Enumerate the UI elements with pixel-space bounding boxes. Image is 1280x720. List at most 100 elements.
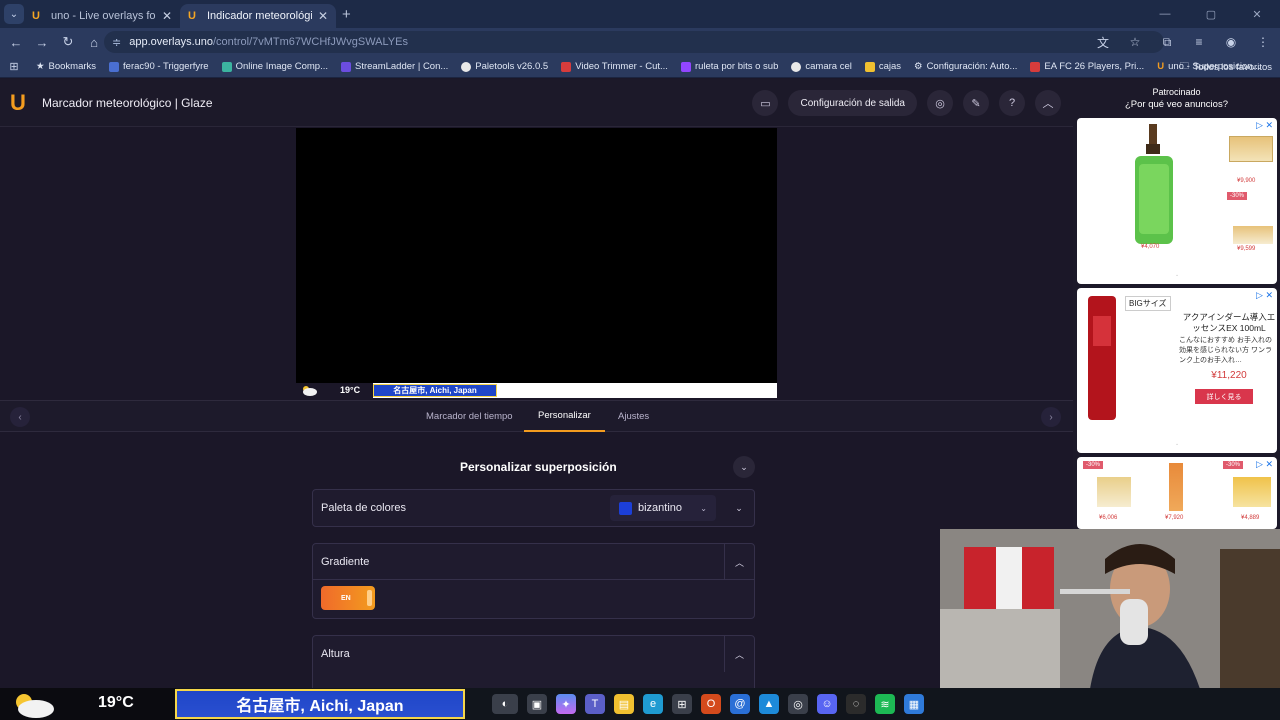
photos-icon[interactable]: ▲ xyxy=(759,694,779,714)
green-bottle-image xyxy=(1135,124,1173,244)
bookmark-item[interactable]: cajas xyxy=(864,61,901,72)
bookmark-item[interactable]: StreamLadder | Con... xyxy=(341,61,448,72)
home-icon[interactable]: ⌂ xyxy=(82,30,106,54)
chevron-up-icon[interactable]: ︿ xyxy=(724,636,754,672)
bookmark-item[interactable]: Video Trimmer - Cut... xyxy=(561,61,668,72)
gradient-header[interactable]: Gradiente ︿ xyxy=(313,544,754,580)
profile-avatar-icon[interactable]: ◉ xyxy=(1220,31,1242,53)
ad-price: ¥9,599 xyxy=(1237,246,1256,252)
back-icon[interactable]: ← xyxy=(4,30,28,54)
palette-row: Paleta de colores bizantino ⌄ ⌄ xyxy=(312,489,755,527)
output-settings-button[interactable]: Configuración de salida xyxy=(788,90,917,116)
why-ads-link[interactable]: ¿Por qué veo anuncios? xyxy=(1073,99,1280,110)
url-field[interactable]: ≑ app.overlays.uno/control/7vMTm67WCHfJW… xyxy=(104,31,1164,53)
apps-grid-icon[interactable]: ⊞ xyxy=(2,55,26,79)
site-info-icon[interactable]: ≑ xyxy=(112,36,121,49)
notepad-icon[interactable]: ▦ xyxy=(904,694,924,714)
bookmark-favicon-icon xyxy=(561,61,572,72)
obs-icon[interactable]: ◌ xyxy=(846,694,866,714)
chevron-right-icon[interactable]: › xyxy=(1041,407,1061,427)
bookmark-item[interactable]: Online Image Comp... xyxy=(221,61,328,72)
toggle-knob xyxy=(367,590,372,606)
discord-icon[interactable]: ☺ xyxy=(817,694,837,714)
bookmark-favicon-icon xyxy=(341,61,351,72)
copilot-app-icon[interactable]: ✦ xyxy=(556,694,576,714)
wrench-icon[interactable]: ✎ xyxy=(963,90,989,116)
chevron-down-icon[interactable]: ⌄ xyxy=(724,490,754,526)
chrome-icon[interactable]: ◎ xyxy=(788,694,808,714)
spotify-icon[interactable]: ≋ xyxy=(875,694,895,714)
close-tab-icon[interactable]: ✕ xyxy=(162,9,172,23)
chevron-up-icon[interactable]: ︿ xyxy=(724,544,754,580)
bookmark-label: ferac90 - Triggerfyre xyxy=(123,61,209,72)
copilot-icon[interactable]: ◐ xyxy=(492,694,518,714)
gear-icon: ⚙ xyxy=(914,61,923,72)
gradient-section: Gradiente ︿ EN xyxy=(312,543,755,619)
bookmark-item[interactable]: EA FC 26 Players, Pri... xyxy=(1030,61,1144,72)
bookmark-item[interactable]: ruleta por bits o sub xyxy=(680,61,778,72)
minimize-icon[interactable]: — xyxy=(1142,8,1188,20)
browser-tab-glaze[interactable]: U Indicador meteorológico | Glaz ✕ xyxy=(180,4,336,28)
ad-choices-icon[interactable]: ▷ ✕ xyxy=(1256,459,1273,470)
bookmark-item[interactable]: ★ Bookmarks xyxy=(36,61,96,72)
ad-choices-icon[interactable]: ▷ ✕ xyxy=(1256,290,1273,301)
bookmark-label: EA FC 26 Players, Pri... xyxy=(1044,61,1145,72)
reload-icon[interactable]: ↻ xyxy=(56,30,80,54)
ad-price: ¥4,070 xyxy=(1141,244,1160,250)
taskbar-weather-widget[interactable]: 19°C xyxy=(0,688,176,720)
file-explorer-icon[interactable]: ▤ xyxy=(614,694,634,714)
monitor-icon[interactable]: ▭ xyxy=(752,90,779,116)
taskbar: 19°C 名古屋市, Aichi, Japan ◐ ▣ ✦ T ▤ e ⊞ O … xyxy=(0,688,1280,720)
gradient-toggle[interactable]: EN xyxy=(321,586,375,610)
extensions-icon[interactable]: ⧉ xyxy=(1156,31,1178,53)
learn-more-button[interactable]: 詳しく見る xyxy=(1195,389,1253,404)
teams-icon[interactable]: T xyxy=(585,694,605,714)
tab-customize[interactable]: Personalizar xyxy=(524,401,605,432)
palette-select[interactable]: bizantino ⌄ xyxy=(610,495,716,521)
bookmark-item[interactable]: camara cel xyxy=(791,61,852,72)
chevron-down-icon[interactable]: ⌄ xyxy=(733,456,755,478)
bookmark-item[interactable]: ⚙ Configuración: Auto... xyxy=(914,61,1017,72)
reading-list-icon[interactable]: ≡ xyxy=(1188,31,1210,53)
browser-tab-uno[interactable]: U uno - Live overlays for streamin ✕ xyxy=(24,4,180,28)
brand-logo: ◦ xyxy=(1176,273,1178,279)
office-icon[interactable]: O xyxy=(701,694,721,714)
weather-ticker-preview: 19°C 名古屋市, Aichi, Japan xyxy=(296,383,777,398)
close-tab-icon[interactable]: ✕ xyxy=(318,9,328,23)
close-window-icon[interactable]: ✕ xyxy=(1234,8,1280,21)
forward-icon[interactable]: → xyxy=(30,30,54,54)
edge-icon[interactable]: e xyxy=(643,694,663,714)
bookmark-star-icon[interactable]: ☆ xyxy=(1124,31,1146,53)
chevron-up-icon[interactable]: ︿ xyxy=(1035,90,1061,116)
more-menu-icon[interactable]: ⋮ xyxy=(1252,31,1274,53)
height-header[interactable]: Altura ︿ xyxy=(313,636,754,672)
preview-temperature: 19°C xyxy=(340,385,361,395)
controller-icon[interactable]: ◎ xyxy=(927,90,953,116)
help-button[interactable]: ? xyxy=(999,90,1025,116)
preview-location: 名古屋市, Aichi, Japan xyxy=(373,384,497,397)
maximize-icon[interactable]: ▢ xyxy=(1188,8,1234,21)
ad-card[interactable]: ▷ ✕ ¥4,070 ¥9,900 -30% ¥9,599 ◦ xyxy=(1077,118,1277,284)
bookmark-favicon-icon xyxy=(461,61,472,72)
new-tab-icon[interactable]: + xyxy=(342,6,351,23)
translate-icon[interactable]: 文 xyxy=(1092,31,1114,53)
overlay-preview xyxy=(296,128,777,398)
all-bookmarks-folder[interactable]: 🗀 Todos los favoritos xyxy=(1180,56,1272,78)
ad-choices-icon[interactable]: ▷ ✕ xyxy=(1256,120,1273,131)
bookmark-label: StreamLadder | Con... xyxy=(355,61,449,72)
tab-search-icon[interactable]: ⌄ xyxy=(4,4,24,24)
red-bottle-image xyxy=(1088,296,1116,420)
bookmark-item[interactable]: Paletools v26.0.5 xyxy=(461,61,548,72)
ad-price: ¥6,006 xyxy=(1099,515,1118,521)
chevron-left-icon[interactable]: ‹ xyxy=(10,407,30,427)
tab-weather-marker[interactable]: Marcador del tiempo xyxy=(426,401,513,432)
ad-card[interactable]: ▷ ✕ BIGサイズ アクアインダーム導入エッセンスEX 100mL こんなにお… xyxy=(1077,288,1277,453)
tab-settings[interactable]: Ajustes xyxy=(618,401,649,432)
store-icon[interactable]: ⊞ xyxy=(672,694,692,714)
mail-icon[interactable]: @ xyxy=(730,694,750,714)
app-header: U Marcador meteorológico | Glaze ▭ Confi… xyxy=(0,79,1073,127)
task-view-icon[interactable]: ▣ xyxy=(527,694,547,714)
discount-badge: -30% xyxy=(1223,461,1244,469)
ad-card[interactable]: ▷ ✕ -30% ¥6,006 ¥7,920 -30% ¥4,889 xyxy=(1077,457,1277,529)
bookmark-item[interactable]: ferac90 - Triggerfyre xyxy=(109,61,209,72)
